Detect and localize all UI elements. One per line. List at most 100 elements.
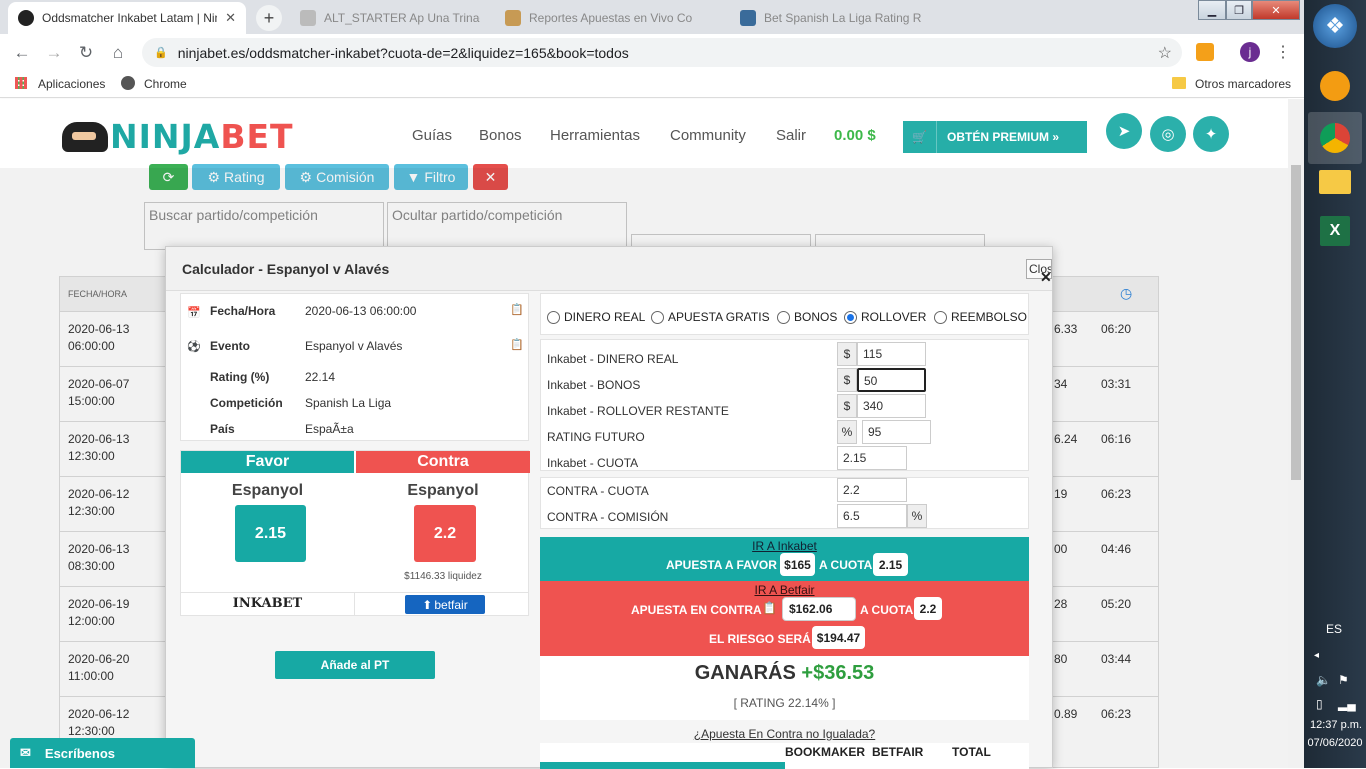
flag-icon[interactable]: ⚑ bbox=[1338, 673, 1349, 687]
excel-icon[interactable]: X bbox=[1308, 205, 1362, 257]
rating-futuro-input[interactable]: 95 bbox=[862, 420, 931, 444]
option-reembolso[interactable]: REEMBOLSO bbox=[934, 310, 1027, 324]
star-icon[interactable]: ☆ bbox=[1158, 43, 1172, 63]
rating-note: [ RATING 22.14% ] bbox=[733, 696, 836, 710]
option-label: REEMBOLSO bbox=[951, 310, 1028, 324]
radio-icon[interactable] bbox=[547, 310, 560, 324]
contra-odds: 2.2 bbox=[414, 505, 476, 562]
nav-community[interactable]: Community bbox=[670, 127, 746, 144]
tray-chevron-icon[interactable]: ◂ bbox=[1314, 650, 1319, 661]
cuota-input[interactable]: 2.15 bbox=[837, 446, 907, 470]
option-bonos[interactable]: BONOS bbox=[777, 310, 837, 324]
maximize-button[interactable]: ❐ bbox=[1226, 0, 1252, 20]
forward-icon[interactable]: → bbox=[42, 41, 66, 65]
tab-title: Bet Spanish La Liga Rating R bbox=[764, 11, 922, 25]
minimize-button[interactable]: ▁ bbox=[1198, 0, 1226, 20]
info-label: País bbox=[210, 422, 235, 436]
instagram-icon[interactable]: ◎ bbox=[1150, 116, 1186, 152]
volume-icon[interactable]: 🔈 bbox=[1316, 673, 1331, 687]
bookmarks-bar: Aplicaciones Chrome Otros marcadores bbox=[0, 70, 1304, 98]
field-label: Inkabet - ROLLOVER RESTANTE bbox=[547, 404, 729, 418]
app-orange-icon[interactable] bbox=[1308, 60, 1362, 112]
ninjabet-logo[interactable]: NINJA BET bbox=[62, 117, 294, 156]
browser-tab[interactable]: Bet Spanish La Liga Rating R bbox=[730, 2, 960, 34]
browser-tab-active[interactable]: Oddsmatcher Inkabet Latam | Nin ✕ bbox=[8, 2, 246, 34]
browser-tab[interactable]: ALT_STARTER Ap Una Trinado bbox=[290, 2, 490, 34]
bookmark-chrome[interactable]: Chrome bbox=[144, 77, 187, 91]
ir-betfair-link[interactable]: IR A Betfair bbox=[540, 583, 1029, 597]
ganaras-label: GANARÁS bbox=[694, 662, 796, 684]
contra-comision-input[interactable]: 6.5 bbox=[837, 504, 907, 528]
back-icon[interactable]: ← bbox=[10, 41, 34, 65]
inkabet-logo[interactable]: INKABET bbox=[181, 596, 354, 611]
option-label: APUESTA GRATIS bbox=[668, 310, 770, 324]
bookmark-others[interactable]: Otros marcadores bbox=[1195, 77, 1291, 91]
add-pt-button[interactable]: Añade al PT bbox=[275, 651, 435, 679]
field-label: CONTRA - COMISIÓN bbox=[547, 510, 669, 524]
folder-icon bbox=[1172, 77, 1186, 89]
extension-icon[interactable] bbox=[1196, 43, 1214, 61]
close-window-button[interactable]: ✕ bbox=[1252, 0, 1300, 20]
copy-icon[interactable]: 📋 bbox=[510, 338, 524, 351]
apuesta-favor-label: APUESTA A FAVOR bbox=[666, 558, 777, 572]
nav-salir[interactable]: Salir bbox=[776, 127, 806, 144]
contra-stake[interactable]: $162.06 bbox=[782, 597, 856, 621]
scrollbar-thumb[interactable] bbox=[1291, 165, 1301, 480]
browser-tab[interactable]: Reportes Apuestas en Vivo Co bbox=[495, 2, 725, 34]
windows-taskbar: ❖ X ES ◂ 🔈 ⚑ ▯ ▂▄ 12:37 p.m. 07/06/2020 bbox=[1304, 0, 1366, 768]
premium-button[interactable]: 🛒 OBTÉN PREMIUM » bbox=[903, 121, 1087, 153]
nav-herramientas[interactable]: Herramientas bbox=[550, 127, 640, 144]
field-label: Inkabet - BONOS bbox=[547, 378, 641, 392]
bonos-input[interactable]: 50 bbox=[857, 368, 926, 392]
home-icon[interactable]: ⌂ bbox=[106, 41, 130, 65]
close-x-icon[interactable]: ✕ bbox=[1040, 269, 1052, 286]
rollover-input[interactable]: 340 bbox=[857, 394, 926, 418]
close-tab-icon[interactable]: ✕ bbox=[225, 10, 236, 26]
explorer-folder-icon[interactable] bbox=[1308, 156, 1362, 208]
balance: 0.00 $ bbox=[834, 127, 876, 144]
profit-amount: +$36.53 bbox=[801, 662, 875, 684]
currency-addon: $ bbox=[837, 394, 857, 418]
network-icon[interactable]: ▂▄ bbox=[1338, 697, 1356, 711]
no-igualada-link[interactable]: ¿Apuesta En Contra no Igualada? bbox=[540, 727, 1029, 741]
twitter-icon[interactable]: ✦ bbox=[1193, 116, 1229, 152]
tab-title: ALT_STARTER Ap Una Trinado bbox=[324, 11, 480, 25]
cart-icon: 🛒 bbox=[903, 121, 937, 153]
riesgo-amount: $194.47 bbox=[812, 626, 865, 649]
clock-time[interactable]: 12:37 p.m. bbox=[1308, 719, 1364, 731]
profit-box: GANARÁS +$36.53 [ RATING 22.14% ] bbox=[540, 656, 1029, 720]
menu-dots-icon[interactable]: ⋮ bbox=[1275, 42, 1291, 62]
clock-date[interactable]: 07/06/2020 bbox=[1306, 737, 1364, 749]
nav-bonos[interactable]: Bonos bbox=[479, 127, 522, 144]
nav-guias[interactable]: Guías bbox=[412, 127, 452, 144]
betfair-logo[interactable]: ⬆ betfair bbox=[405, 595, 485, 614]
tab-favicon-icon bbox=[505, 10, 521, 26]
copy-icon[interactable]: 📋 bbox=[510, 303, 524, 316]
ir-inkabet-link[interactable]: IR A Inkabet bbox=[540, 539, 1029, 553]
page-scrollbar[interactable] bbox=[1288, 99, 1304, 768]
profile-avatar[interactable]: j bbox=[1240, 42, 1260, 62]
contra-cuota-input[interactable]: 2.2 bbox=[837, 478, 907, 502]
radio-selected-icon[interactable] bbox=[844, 310, 857, 324]
clipboard-icon[interactable]: 📋 bbox=[762, 601, 777, 615]
telegram-icon[interactable]: ➤ bbox=[1106, 113, 1142, 149]
reload-icon[interactable]: ↻ bbox=[74, 41, 98, 65]
dinero-real-input[interactable]: 115 bbox=[857, 342, 926, 366]
battery-icon[interactable]: ▯ bbox=[1316, 697, 1323, 711]
new-tab-button[interactable]: + bbox=[256, 5, 282, 31]
option-rollover[interactable]: ROLLOVER bbox=[844, 310, 926, 324]
chat-widget[interactable]: ✉ Escríbenos bbox=[10, 738, 195, 768]
event-info-box: 📅 Fecha/Hora 2020-06-13 06:00:00 📋 ⚽ Eve… bbox=[180, 293, 529, 441]
language-indicator[interactable]: ES bbox=[1326, 622, 1342, 636]
bookmark-apps[interactable]: Aplicaciones bbox=[38, 77, 105, 91]
radio-icon[interactable] bbox=[934, 310, 947, 324]
logo-text-b: BET bbox=[220, 117, 294, 156]
option-dinero-real[interactable]: DINERO REAL bbox=[547, 310, 645, 324]
windows-start-icon[interactable]: ❖ bbox=[1313, 4, 1357, 48]
radio-icon[interactable] bbox=[777, 310, 790, 324]
option-apuesta-gratis[interactable]: APUESTA GRATIS bbox=[651, 310, 770, 324]
radio-icon[interactable] bbox=[651, 310, 664, 324]
info-label: Evento bbox=[210, 339, 251, 353]
site-header: NINJA BET Guías Bonos Herramientas Commun… bbox=[0, 99, 1288, 168]
address-bar[interactable]: 🔒 ninjabet.es/oddsmatcher-inkabet?cuota-… bbox=[142, 38, 1182, 67]
